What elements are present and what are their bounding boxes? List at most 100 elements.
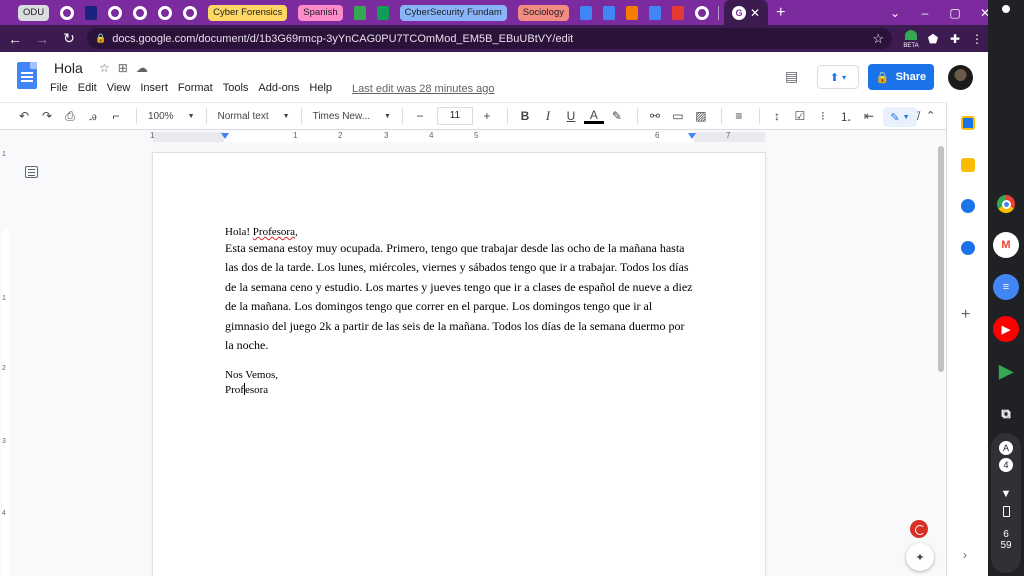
chrome-icon[interactable] bbox=[993, 191, 1019, 217]
vertical-scrollbar[interactable] bbox=[936, 144, 946, 576]
meet-present-button[interactable]: ⬆ ▾ bbox=[817, 65, 859, 89]
hide-menus-icon[interactable]: ⌃ bbox=[926, 109, 935, 122]
contacts-icon[interactable] bbox=[961, 241, 975, 255]
checklist-icon[interactable]: ☑ bbox=[790, 109, 810, 123]
align-icon[interactable]: ≡ bbox=[729, 109, 749, 123]
tab[interactable] bbox=[668, 4, 688, 22]
share-button[interactable]: 🔒 Share bbox=[868, 64, 934, 90]
reload-icon[interactable]: ↻ bbox=[57, 30, 81, 47]
menu-item-addons[interactable]: Add-ons bbox=[258, 82, 299, 94]
tab[interactable] bbox=[645, 4, 665, 22]
star-icon[interactable]: ☆ bbox=[99, 61, 110, 75]
bookmark-star-icon[interactable]: ☆ bbox=[872, 31, 884, 47]
tab[interactable] bbox=[576, 4, 596, 22]
redo-icon[interactable]: ↷ bbox=[37, 109, 57, 123]
style-select[interactable]: Normal text ▼ bbox=[218, 111, 290, 122]
back-icon[interactable]: ← bbox=[3, 31, 27, 47]
last-edit-link[interactable]: Last edit was 28 minutes ago bbox=[352, 83, 494, 95]
spellcheck-icon[interactable]: ꭿ bbox=[83, 109, 103, 124]
menu-item-format[interactable]: Format bbox=[178, 82, 213, 94]
get-addons-icon[interactable]: + bbox=[961, 306, 970, 324]
youtube-icon[interactable]: ▶ bbox=[993, 316, 1019, 342]
lock-icon[interactable]: 🔒 bbox=[95, 33, 106, 44]
avatar[interactable] bbox=[948, 65, 973, 90]
menu-item-insert[interactable]: Insert bbox=[140, 82, 168, 94]
tab-group-label[interactable]: Cyber Forensics bbox=[204, 4, 291, 22]
underline-button[interactable]: U bbox=[561, 109, 581, 123]
increase-font-size-icon[interactable]: + bbox=[477, 109, 497, 123]
extension-beta-icon[interactable]: BETA bbox=[900, 29, 922, 49]
menu-item-view[interactable]: View bbox=[107, 82, 131, 94]
url-input[interactable]: 🔒 docs.google.com/document/d/1b3G69rmcp-… bbox=[87, 28, 892, 49]
docs-icon[interactable]: ≡ bbox=[993, 274, 1019, 300]
tab[interactable] bbox=[691, 4, 713, 22]
move-folder-icon[interactable]: ⊞ bbox=[118, 61, 128, 75]
print-icon[interactable]: ⎙ bbox=[60, 109, 80, 124]
explore-icon[interactable]: ✦ bbox=[906, 543, 934, 571]
tab[interactable] bbox=[129, 4, 151, 22]
bulleted-list-icon[interactable]: ⁝ bbox=[813, 109, 833, 123]
highlight-icon[interactable]: ✎ bbox=[607, 109, 627, 123]
tab[interactable] bbox=[350, 4, 370, 22]
document-title[interactable]: Hola bbox=[54, 60, 83, 76]
scrollbar-thumb[interactable] bbox=[938, 146, 944, 372]
tab-group-label[interactable]: Spanish bbox=[294, 4, 346, 22]
tab[interactable] bbox=[179, 4, 201, 22]
chevron-right-icon[interactable]: › bbox=[963, 548, 967, 562]
font-size-input[interactable]: 11 bbox=[436, 107, 473, 125]
tab-group-label[interactable]: ODU bbox=[14, 4, 53, 22]
grammar-assistant-icon[interactable] bbox=[910, 520, 928, 538]
tasks-icon[interactable] bbox=[961, 199, 975, 213]
text-color-button[interactable]: A bbox=[583, 109, 604, 124]
insert-image-icon[interactable]: ▨ bbox=[691, 109, 711, 123]
comments-icon[interactable]: ▤ bbox=[785, 68, 798, 85]
document-body[interactable]: Hola! Profesora, Esta semana estoy muy o… bbox=[225, 225, 695, 397]
tab[interactable] bbox=[599, 4, 619, 22]
font-select[interactable]: Times New... ▼ bbox=[313, 111, 391, 122]
zoom-select[interactable]: 100% ▼ bbox=[148, 111, 195, 122]
calendar-icon[interactable] bbox=[961, 116, 975, 130]
new-tab-button[interactable]: + bbox=[772, 4, 789, 22]
decrease-indent-icon[interactable]: ⇤ bbox=[859, 109, 879, 123]
misspelled-word[interactable]: Profesora bbox=[253, 226, 295, 238]
italic-button[interactable]: I bbox=[538, 108, 558, 124]
play-store-icon[interactable]: ▶ bbox=[993, 358, 1019, 384]
menu-item-edit[interactable]: Edit bbox=[78, 82, 97, 94]
gmail-icon[interactable]: M bbox=[993, 232, 1019, 258]
shield-extension-icon[interactable]: ⬟ bbox=[922, 32, 944, 46]
screen-capture-icon[interactable]: ⧉ bbox=[993, 401, 1019, 427]
forward-icon[interactable]: → bbox=[30, 31, 54, 47]
tab[interactable] bbox=[373, 4, 393, 22]
editing-mode-button[interactable]: ✎ ▼ bbox=[883, 107, 917, 127]
paint-format-icon[interactable]: ⌐ bbox=[106, 109, 126, 123]
link-icon[interactable]: ⚯ bbox=[645, 109, 665, 123]
tab-active[interactable]: G ✕ bbox=[724, 0, 769, 25]
docs-logo-icon[interactable] bbox=[17, 62, 37, 89]
keep-icon[interactable] bbox=[961, 158, 975, 172]
cloud-saved-icon[interactable]: ☁ bbox=[136, 61, 148, 75]
tab-group-label[interactable]: Sociology bbox=[514, 4, 573, 22]
tab[interactable] bbox=[81, 4, 101, 22]
menu-item-tools[interactable]: Tools bbox=[223, 82, 249, 94]
tab[interactable] bbox=[154, 4, 176, 22]
close-tab-icon[interactable]: ✕ bbox=[750, 6, 760, 20]
tab[interactable] bbox=[56, 4, 78, 22]
minimize-icon[interactable]: – bbox=[910, 6, 940, 20]
numbered-list-icon[interactable]: ⒈ bbox=[836, 108, 856, 125]
decrease-font-size-icon[interactable]: − bbox=[410, 109, 430, 123]
status-area[interactable]: A 4 ▼ 6 59 bbox=[991, 433, 1021, 573]
tab-group-label[interactable]: CyberSecurity Fundam bbox=[396, 4, 511, 22]
tab[interactable] bbox=[104, 4, 126, 22]
add-comment-icon[interactable]: ▭ bbox=[668, 109, 688, 123]
undo-icon[interactable]: ↶ bbox=[14, 109, 34, 123]
tab-search-icon[interactable]: ⌄ bbox=[880, 6, 910, 20]
browser-menu-icon[interactable]: ⋮ bbox=[966, 32, 988, 46]
maximize-icon[interactable]: ▢ bbox=[940, 6, 970, 20]
line-spacing-icon[interactable]: ↕ bbox=[767, 109, 787, 123]
right-indent-marker[interactable] bbox=[688, 133, 696, 139]
menu-item-help[interactable]: Help bbox=[309, 82, 332, 94]
bold-button[interactable]: B bbox=[515, 109, 535, 123]
document-outline-icon[interactable] bbox=[25, 166, 38, 178]
menu-item-file[interactable]: File bbox=[50, 82, 68, 94]
left-indent-marker[interactable] bbox=[221, 133, 229, 139]
